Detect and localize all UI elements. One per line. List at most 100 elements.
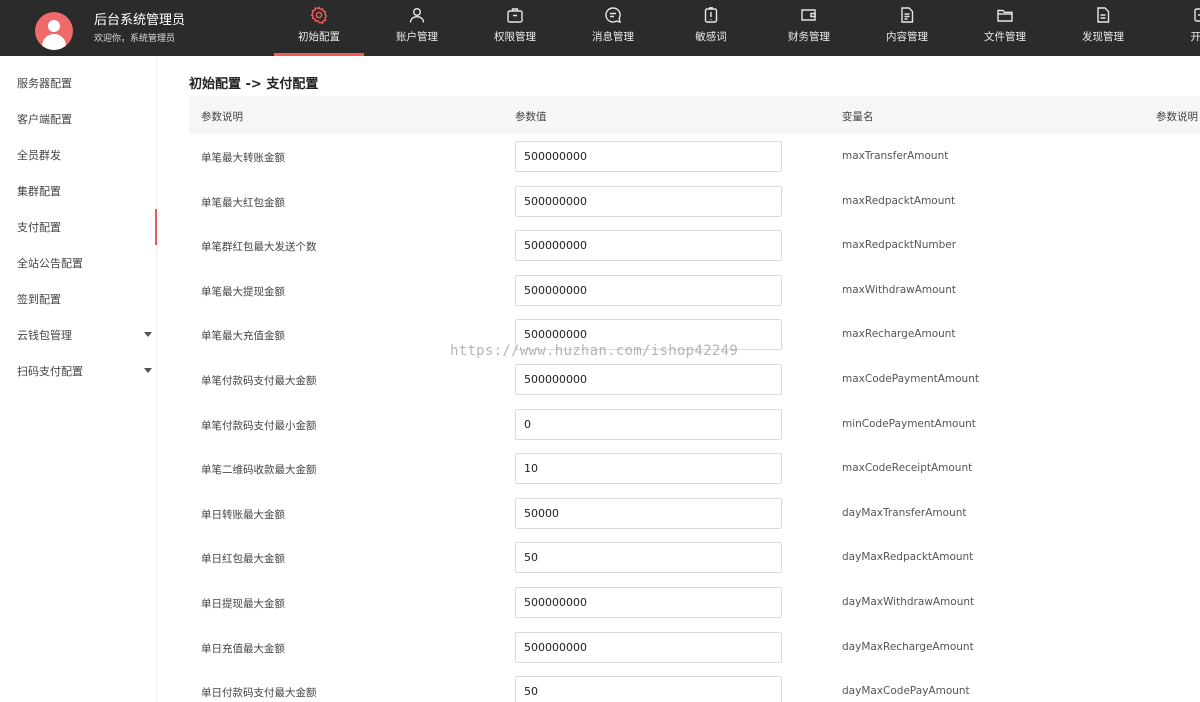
nav-label: 财务管理: [788, 31, 830, 43]
variable-name: dayMaxCodePayAmount: [842, 685, 970, 698]
config-table-body: 单笔最大转账金额 maxTransferAmount 单笔最大红包金额 maxRedp…: [189, 134, 1200, 702]
sidebar-item-payment-config[interactable]: 支付配置: [0, 209, 157, 245]
sidebar-item-announcement-config[interactable]: 全站公告配置: [0, 245, 156, 281]
param-value-input[interactable]: [515, 185, 782, 217]
variable-name: maxRechargeAmount: [842, 328, 956, 341]
param-description: 单笔付款码支付最大金额: [201, 374, 317, 387]
sidebar-item-label: 签到配置: [17, 293, 61, 306]
sidebar-item-checkin-config[interactable]: 签到配置: [0, 281, 156, 317]
alert-icon: [702, 6, 720, 24]
variable-name: dayMaxTransferAmount: [842, 506, 967, 519]
param-value-input[interactable]: [515, 230, 782, 262]
param-description: 单日充值最大金额: [201, 642, 285, 655]
table-row: 单笔二维码收款最大金额 maxCodeReceiptAmount: [189, 446, 1200, 491]
table-row: 单笔最大转账金额 maxTransferAmount: [189, 134, 1200, 179]
top-header: 后台系统管理员 欢迎你，系统管理员 初始配置 账户管理 权限管理 消息管理 敏感…: [0, 0, 1200, 56]
table-row: 单日充值最大金额 dayMaxRechargeAmount: [189, 625, 1200, 670]
nav-label: 文件管理: [984, 31, 1026, 43]
caret-down-icon: [144, 368, 152, 373]
table-row: 单日红包最大金额 dayMaxRedpacktAmount: [189, 535, 1200, 580]
nav-label: 权限管理: [494, 31, 536, 43]
sidebar-item-label: 支付配置: [17, 221, 61, 234]
variable-name: minCodePaymentAmount: [842, 417, 976, 430]
nav-item-open[interactable]: 开放: [1152, 0, 1200, 56]
nav-item-account[interactable]: 账户管理: [368, 0, 466, 56]
avatar[interactable]: [35, 12, 73, 50]
watermark: https://www.huzhan.com/ishop42249: [450, 343, 739, 359]
param-description: 单日付款码支付最大金额: [201, 687, 317, 700]
variable-name: dayMaxWithdrawAmount: [842, 595, 975, 608]
admin-title: 后台系统管理员: [94, 13, 186, 28]
param-description: 单笔二维码收款最大金额: [201, 464, 317, 477]
param-value-input[interactable]: [515, 363, 782, 395]
param-description: 单笔最大转账金额: [201, 152, 285, 164]
main-content: 初始配置 -> 支付配置 参数说明 参数值 变量名 参数说明 单笔最大转账金额 m…: [157, 56, 1200, 702]
param-value-input[interactable]: [515, 497, 782, 529]
param-description: 单笔最大提现金额: [201, 285, 285, 298]
table-row: 单笔付款码支付最小金额 minCodePaymentAmount: [189, 402, 1200, 447]
variable-name: maxWithdrawAmount: [842, 283, 956, 296]
param-value-input[interactable]: [515, 453, 782, 485]
param-value-input[interactable]: [515, 676, 782, 702]
nav-label: 内容管理: [886, 31, 928, 43]
table-row: 单日提现最大金额 dayMaxWithdrawAmount: [189, 580, 1200, 625]
column-header-var: 变量名: [842, 111, 874, 123]
file-icon: [1094, 6, 1112, 24]
nav-item-sensitive-words[interactable]: 敏感词: [662, 0, 760, 56]
param-value-input[interactable]: [515, 274, 782, 306]
param-description: 单笔最大充值金额: [201, 330, 285, 343]
table-row: 单笔最大红包金额 maxRedpacktAmount: [189, 179, 1200, 224]
nav-label: 消息管理: [592, 31, 634, 43]
sidebar-item-scan-pay-config[interactable]: 扫码支付配置: [0, 353, 156, 389]
sidebar-item-label: 全站公告配置: [17, 257, 83, 270]
nav-label: 初始配置: [298, 31, 340, 43]
wallet-icon: [800, 6, 818, 24]
sidebar-item-cluster-config[interactable]: 集群配置: [0, 173, 156, 209]
avatar-body: [42, 34, 66, 50]
variable-name: maxCodeReceiptAmount: [842, 462, 973, 475]
table-header: 参数说明 参数值 变量名 参数说明: [189, 96, 1200, 134]
avatar-head: [48, 20, 60, 32]
column-header-remark: 参数说明: [1156, 111, 1198, 123]
sidebar-item-label: 集群配置: [17, 185, 61, 198]
nav-label: 敏感词: [695, 31, 727, 43]
document-icon: [898, 6, 916, 24]
user-icon: [408, 6, 426, 24]
gear-icon: [310, 6, 328, 24]
variable-name: maxTransferAmount: [842, 150, 949, 162]
breadcrumb: 初始配置 -> 支付配置: [189, 77, 319, 92]
sidebar: 服务器配置 客户端配置 全员群发 集群配置 支付配置 全站公告配置 签到配置 云…: [0, 56, 157, 702]
param-value-input[interactable]: [515, 586, 782, 618]
sidebar-item-cloud-wallet[interactable]: 云钱包管理: [0, 317, 156, 353]
column-header-desc: 参数说明: [201, 111, 243, 123]
sidebar-item-label: 服务器配置: [17, 77, 72, 90]
table-row: 单笔最大提现金额 maxWithdrawAmount: [189, 268, 1200, 313]
nav-item-init-config[interactable]: 初始配置: [270, 0, 368, 56]
param-description: 单笔最大红包金额: [201, 196, 285, 209]
nav-item-discover[interactable]: 发现管理: [1054, 0, 1152, 56]
admin-welcome: 欢迎你，系统管理员: [94, 34, 176, 44]
param-value-input[interactable]: [515, 542, 782, 574]
caret-down-icon: [144, 332, 152, 337]
nav-item-content[interactable]: 内容管理: [858, 0, 956, 56]
sidebar-item-server-config[interactable]: 服务器配置: [0, 65, 156, 101]
message-icon: [604, 6, 622, 24]
param-value-input[interactable]: [515, 408, 782, 440]
sidebar-item-broadcast[interactable]: 全员群发: [0, 137, 156, 173]
param-description: 单笔付款码支付最小金额: [201, 419, 317, 432]
sidebar-item-label: 全员群发: [17, 149, 61, 162]
param-value-input[interactable]: [515, 141, 782, 172]
param-value-input[interactable]: [515, 631, 782, 663]
table-row: 单日转账最大金额 dayMaxTransferAmount: [189, 491, 1200, 536]
nav-item-message[interactable]: 消息管理: [564, 0, 662, 56]
sidebar-item-label: 客户端配置: [17, 113, 72, 126]
param-description: 单日转账最大金额: [201, 508, 285, 521]
nav-item-permission[interactable]: 权限管理: [466, 0, 564, 56]
nav-item-finance[interactable]: 财务管理: [760, 0, 858, 56]
sidebar-item-client-config[interactable]: 客户端配置: [0, 101, 156, 137]
column-header-value: 参数值: [515, 111, 547, 123]
param-description: 单日红包最大金额: [201, 553, 285, 566]
variable-name: dayMaxRedpacktAmount: [842, 551, 974, 564]
table-row: 单日付款码支付最大金额 dayMaxCodePayAmount: [189, 669, 1200, 702]
nav-item-file[interactable]: 文件管理: [956, 0, 1054, 56]
